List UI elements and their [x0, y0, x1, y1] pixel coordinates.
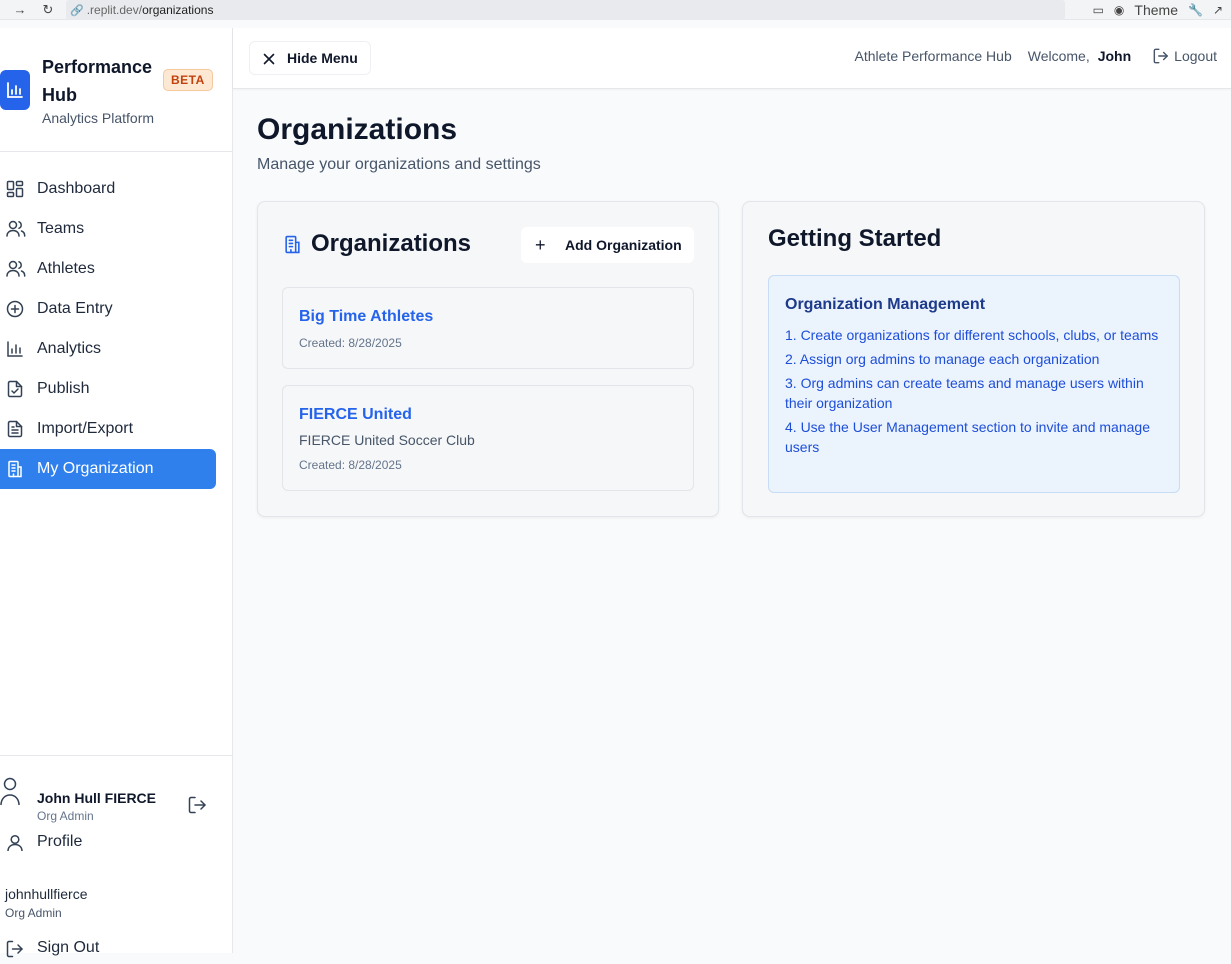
organizations-card-header: Organizations	[283, 230, 471, 258]
account-role: Org Admin	[5, 906, 62, 920]
users-icon	[6, 220, 26, 237]
beta-badge: BETA	[163, 69, 213, 91]
dashboard-icon	[6, 180, 24, 198]
hide-menu-label: Hide Menu	[287, 50, 358, 66]
sidebar-nav: Dashboard Teams Athletes Data Entry Anal…	[0, 169, 232, 489]
hide-menu-button[interactable]: Hide Menu	[249, 41, 371, 75]
user-name: John Hull FIERCE	[37, 790, 156, 806]
organization-item[interactable]: FIERCE United FIERCE United Soccer Club …	[282, 385, 694, 491]
page-title: Organizations	[257, 113, 458, 146]
user-panel: John Hull FIERCE Org Admin Profile johnh…	[0, 755, 232, 958]
app-name: Athlete Performance Hub	[854, 48, 1012, 64]
step-item: 3. Org admins can create teams and manag…	[785, 375, 1144, 411]
info-box-title: Organization Management	[785, 296, 986, 313]
profile-label: Profile	[37, 833, 83, 850]
sidebar-item-import-export[interactable]: Import/Export	[0, 409, 216, 449]
organizations-heading: Organizations	[311, 230, 472, 257]
sidebar-item-label: Publish	[37, 380, 90, 397]
sign-out-label: Sign Out	[37, 939, 100, 956]
steps-list: 1. Create organizations for different sc…	[785, 325, 1165, 461]
url-prefix: .replit.dev/	[86, 3, 143, 17]
devices-icon[interactable]: ▭	[1093, 3, 1104, 17]
plus-icon: +	[535, 235, 546, 255]
building-icon	[8, 460, 22, 478]
info-box: Organization Management 1. Create organi…	[768, 275, 1180, 493]
getting-started-card: Getting Started Organization Management …	[742, 201, 1205, 517]
user-icon	[7, 834, 23, 852]
user-role: Org Admin	[37, 809, 94, 823]
close-icon	[263, 53, 275, 65]
logout-icon	[6, 940, 23, 958]
sidebar-item-label: Analytics	[37, 340, 102, 357]
logout-icon	[1153, 48, 1169, 64]
wrench-icon[interactable]: 🔧	[1188, 3, 1203, 17]
browser-actions: ▭ ◉ Theme 🔧 ↗	[1093, 0, 1223, 20]
chart-logo-icon	[0, 70, 30, 110]
link-icon: 🔗	[70, 4, 84, 17]
avatar-icon	[0, 777, 20, 805]
logout-button[interactable]: Logout	[1153, 48, 1217, 64]
logout-label: Logout	[1174, 48, 1217, 64]
address-bar[interactable]: 🔗 .replit.dev/organizations	[66, 0, 1065, 20]
organization-created: Created: 8/28/2025	[299, 458, 402, 472]
sidebar-item-my-organization[interactable]: My Organization	[0, 449, 216, 489]
user-summary: John Hull FIERCE Org Admin	[0, 772, 232, 823]
main-content: Organizations Manage your organizations …	[233, 89, 1231, 953]
sidebar-item-analytics[interactable]: Analytics	[0, 329, 216, 369]
external-link-icon[interactable]: ↗	[1213, 3, 1223, 17]
users-icon	[6, 260, 26, 277]
page-subtitle: Manage your organizations and settings	[257, 156, 541, 173]
url-path: organizations	[142, 3, 214, 17]
forward-icon[interactable]: →	[10, 2, 30, 17]
sign-out-button[interactable]: Sign Out	[0, 932, 232, 964]
palette-icon[interactable]: ◉	[1114, 3, 1124, 17]
profile-link[interactable]: Profile	[0, 826, 232, 858]
add-organization-button[interactable]: + Add Organization	[521, 227, 694, 263]
reload-icon[interactable]: ↻	[38, 2, 58, 18]
top-bar: Hide Menu Athlete Performance Hub Welcom…	[233, 28, 1231, 89]
step-item: 2. Assign org admins to manage each orga…	[785, 351, 1100, 367]
sidebar-item-label: Data Entry	[37, 300, 113, 317]
organizations-card: Organizations + Add Organization Big Tim…	[257, 201, 719, 517]
sidebar-item-label: Teams	[37, 220, 85, 237]
sidebar-item-label: Dashboard	[37, 180, 116, 197]
sidebar-item-publish[interactable]: Publish	[0, 369, 216, 409]
organization-item[interactable]: Big Time Athletes Created: 8/28/2025	[282, 287, 694, 369]
brand-subtitle: Analytics Platform	[42, 110, 155, 126]
bar-chart-icon	[7, 341, 23, 357]
logout-icon[interactable]	[188, 796, 208, 814]
file-text-icon	[7, 420, 23, 438]
sidebar-item-teams[interactable]: Teams	[0, 209, 216, 249]
brand-header: Performance Hub BETA Analytics Platform	[0, 28, 232, 152]
sidebar-item-athletes[interactable]: Athletes	[0, 249, 216, 289]
brand-title: Performance Hub	[42, 57, 153, 105]
building-icon	[285, 235, 300, 253]
organization-name[interactable]: FIERCE United	[299, 406, 412, 424]
sidebar-item-label: Athletes	[37, 260, 95, 277]
browser-toolbar: → ↻ 🔗 .replit.dev/organizations ▭ ◉ Them…	[0, 0, 1231, 20]
theme-button[interactable]: Theme	[1134, 2, 1178, 18]
organization-description: FIERCE United Soccer Club	[299, 432, 475, 448]
getting-started-heading: Getting Started	[768, 225, 942, 252]
sidebar-item-label: Import/Export	[37, 420, 134, 437]
welcome-user-name: John	[1097, 48, 1132, 64]
step-item: 1. Create organizations for different sc…	[785, 327, 1159, 343]
step-item: 4. Use the User Management section to in…	[785, 419, 1150, 455]
top-bar-right: Athlete Performance Hub Welcome, John Lo…	[855, 48, 1217, 64]
sidebar-item-data-entry[interactable]: Data Entry	[0, 289, 216, 329]
add-organization-label: Add Organization	[565, 237, 682, 253]
welcome-text: Welcome,	[1027, 48, 1090, 64]
organization-name[interactable]: Big Time Athletes	[299, 308, 433, 326]
sidebar: Performance Hub BETA Analytics Platform …	[0, 28, 233, 958]
sidebar-item-dashboard[interactable]: Dashboard	[0, 169, 216, 209]
sidebar-item-label: My Organization	[37, 460, 154, 477]
organization-created: Created: 8/28/2025	[299, 336, 402, 350]
file-check-icon	[7, 380, 23, 398]
plus-circle-icon	[6, 300, 24, 318]
account-username: johnhullfierce	[5, 886, 88, 902]
